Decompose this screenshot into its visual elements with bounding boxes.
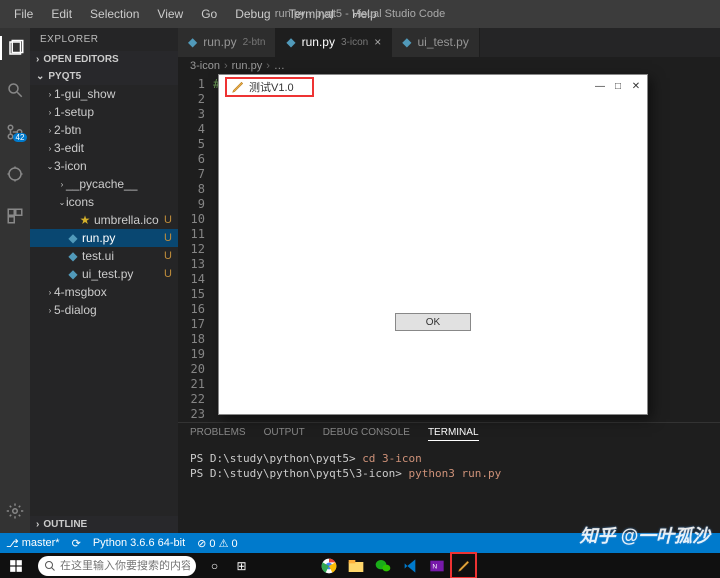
tree-item[interactable]: ›__pycache__ <box>30 175 178 193</box>
project-section[interactable]: ⌄PYQT5 <box>30 68 178 85</box>
menu-selection[interactable]: Selection <box>82 4 147 24</box>
app-dialog: 测试V1.0 — □ ✕ OK <box>218 74 648 415</box>
tree-item[interactable]: ›1-gui_show <box>30 85 178 103</box>
dialog-icon <box>231 80 245 94</box>
ok-button[interactable]: OK <box>395 313 471 331</box>
problems-count[interactable]: ⊘ 0 ⚠ 0 <box>197 537 237 550</box>
terminal[interactable]: PS D:\study\python\pyqt5> cd 3-iconPS D:… <box>178 445 720 487</box>
minimize-button[interactable]: — <box>593 79 607 93</box>
explorer-icon[interactable] <box>0 36 30 60</box>
python-interpreter[interactable]: Python 3.6.6 64-bit <box>93 537 185 549</box>
tree-item[interactable]: ›3-edit <box>30 139 178 157</box>
file-icon: ◆ <box>66 267 80 281</box>
fileexplorer-icon[interactable] <box>343 553 368 578</box>
sync-icon[interactable]: ⟳ <box>72 537 81 550</box>
panel-tab[interactable]: OUTPUT <box>264 427 305 441</box>
taskbar: ○ ⊞ N <box>0 553 720 578</box>
close-icon[interactable]: × <box>374 35 381 49</box>
tree-item[interactable]: ›5-dialog <box>30 301 178 319</box>
activity-bar: 42 <box>0 28 30 533</box>
menu-debug[interactable]: Debug <box>227 4 278 24</box>
file-icon: ◆ <box>66 249 80 263</box>
maximize-button[interactable]: □ <box>611 79 625 93</box>
editor-tabs: ◆run.py2-btn◆run.py3-icon×◆ui_test.py <box>178 28 720 57</box>
editor-tab[interactable]: ◆run.py3-icon× <box>276 28 392 57</box>
debug-icon[interactable] <box>0 162 30 186</box>
menu-edit[interactable]: Edit <box>43 4 80 24</box>
close-button[interactable]: ✕ <box>629 79 643 93</box>
outline-section[interactable]: ›OUTLINE <box>30 516 178 533</box>
editor-tab[interactable]: ◆ui_test.py <box>392 28 480 57</box>
file-icon: ★ <box>78 213 92 227</box>
sidebar-title: EXPLORER <box>30 28 178 51</box>
tree-item[interactable]: ◆ui_test.pyU <box>30 265 178 283</box>
window-title: run.py - pyqt5 - Visual Studio Code <box>275 8 445 20</box>
search-icon <box>44 560 56 572</box>
sidebar: EXPLORER ›OPEN EDITORS ⌄PYQT5 ›1-gui_sho… <box>30 28 178 533</box>
line-gutter: 1234567891011121314151617181920212223 <box>178 75 213 422</box>
git-branch[interactable]: ⎇ master* <box>6 537 60 550</box>
taskview-icon[interactable]: ⊞ <box>229 553 254 578</box>
editor-tab[interactable]: ◆run.py2-btn <box>178 28 276 57</box>
taskbar-search-input[interactable] <box>60 560 190 572</box>
panel-tab[interactable]: DEBUG CONSOLE <box>323 427 410 441</box>
tree-item[interactable]: ◆run.pyU <box>30 229 178 247</box>
start-button[interactable] <box>0 553 32 578</box>
tree-item[interactable]: ★umbrella.icoU <box>30 211 178 229</box>
wechat-icon[interactable] <box>370 553 395 578</box>
settings-icon[interactable] <box>0 499 30 523</box>
onenote-icon[interactable]: N <box>424 553 449 578</box>
dialog-body: OK <box>219 99 647 414</box>
tree-item[interactable]: ›2-btn <box>30 121 178 139</box>
file-icon: ◆ <box>66 231 80 245</box>
file-tree: ›1-gui_show›1-setup›2-btn›3-edit⌄3-icon›… <box>30 85 178 516</box>
app-icon-pen[interactable] <box>451 553 476 578</box>
titlebar: FileEditSelectionViewGoDebugTerminalHelp… <box>0 0 720 28</box>
panel-tab[interactable]: PROBLEMS <box>190 427 246 441</box>
breadcrumbs[interactable]: 3-icon›run.py›… <box>178 57 720 75</box>
tree-item[interactable]: ⌄icons <box>30 193 178 211</box>
menu-view[interactable]: View <box>149 4 191 24</box>
panel: PROBLEMS OUTPUT DEBUG CONSOLE TERMINAL PS D… <box>178 422 720 533</box>
dialog-titlebar[interactable]: 测试V1.0 — □ ✕ <box>219 75 647 99</box>
chrome-icon[interactable] <box>316 553 341 578</box>
search-icon[interactable] <box>0 78 30 102</box>
watermark: 知乎 @一叶孤沙 <box>579 522 710 548</box>
extensions-icon[interactable] <box>0 204 30 228</box>
menu-go[interactable]: Go <box>193 4 225 24</box>
tree-item[interactable]: ⌄3-icon <box>30 157 178 175</box>
dialog-title-text: 测试V1.0 <box>249 79 294 95</box>
tree-item[interactable]: ›1-setup <box>30 103 178 121</box>
tree-item[interactable]: ◆test.uiU <box>30 247 178 265</box>
menu-file[interactable]: File <box>6 4 41 24</box>
tree-item[interactable]: ›4-msgbox <box>30 283 178 301</box>
svg-text:N: N <box>432 563 437 570</box>
panel-tab[interactable]: TERMINAL <box>428 427 479 441</box>
open-editors-section[interactable]: ›OPEN EDITORS <box>30 51 178 68</box>
vscode-icon[interactable] <box>397 553 422 578</box>
taskbar-search[interactable] <box>38 556 196 576</box>
cortana-icon[interactable]: ○ <box>202 553 227 578</box>
panel-tabs: PROBLEMS OUTPUT DEBUG CONSOLE TERMINAL <box>178 423 720 445</box>
source-control-icon[interactable]: 42 <box>0 120 30 144</box>
